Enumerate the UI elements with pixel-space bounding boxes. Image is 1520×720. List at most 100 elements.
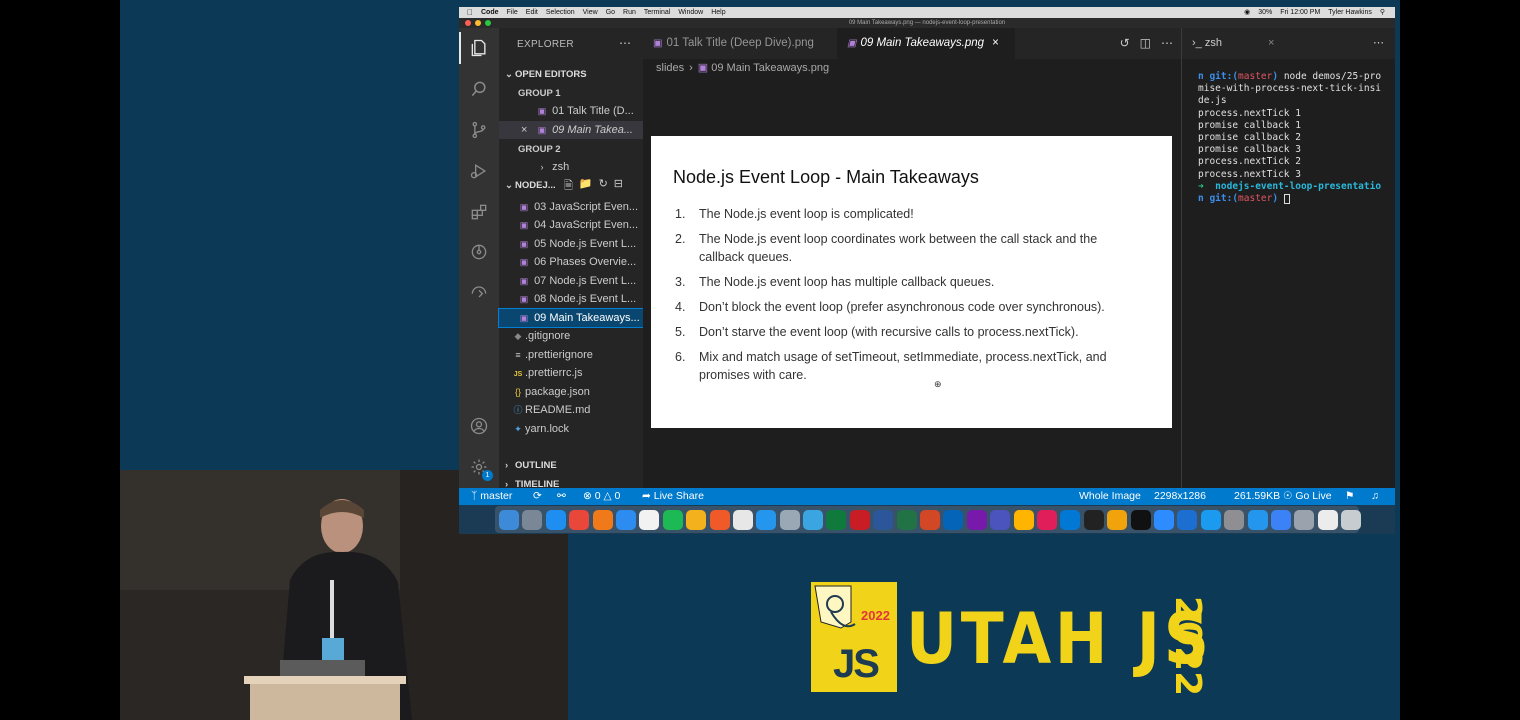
search-icon[interactable] xyxy=(467,77,491,101)
go-live-button[interactable]: ☉ Go Live xyxy=(1283,488,1332,505)
notifications-bell-icon[interactable]: ♫ xyxy=(1371,488,1379,505)
open-editors-header[interactable]: ⌄ OPEN EDITORS xyxy=(505,69,587,80)
docker-icon[interactable] xyxy=(756,509,777,530)
menu-view[interactable]: View xyxy=(583,7,598,18)
launchpad-icon[interactable] xyxy=(522,509,543,530)
docker-desktop-icon[interactable] xyxy=(1247,509,1268,530)
excel-icon[interactable] xyxy=(896,509,917,530)
close-icon[interactable]: × xyxy=(521,121,535,139)
sync-icon[interactable]: ⟳ xyxy=(533,488,542,505)
menu-app[interactable]: Code xyxy=(481,7,499,18)
sublime-icon[interactable] xyxy=(1107,509,1128,530)
finder-icon[interactable] xyxy=(499,509,519,530)
user-name[interactable]: Tyler Hawkins xyxy=(1328,7,1372,18)
close-icon[interactable]: × xyxy=(1268,28,1274,59)
outline-header[interactable]: › OUTLINE xyxy=(505,460,557,471)
trash-icon[interactable] xyxy=(1341,509,1362,530)
chrome-icon[interactable] xyxy=(569,509,590,530)
notes-icon[interactable] xyxy=(639,509,660,530)
file-item-selected[interactable]: ▣ 09 Main Takeaways... xyxy=(498,308,644,328)
apple-icon[interactable]:  xyxy=(467,7,473,18)
file-item[interactable]: ≡ .prettierignore xyxy=(499,346,643,364)
run-debug-icon[interactable] xyxy=(467,159,491,183)
settings-gear-icon[interactable]: 1 xyxy=(467,455,493,481)
file-item[interactable]: ⓘ README.md xyxy=(499,401,643,419)
close-window-button[interactable] xyxy=(465,20,471,26)
new-folder-icon[interactable]: 📁 xyxy=(579,177,593,196)
battery-percent[interactable]: 30% xyxy=(1258,7,1272,18)
file-item[interactable]: ▣ 06 Phases Overvie... xyxy=(499,253,643,271)
collapse-all-icon[interactable]: ⊟ xyxy=(614,177,623,196)
image-preview[interactable]: Node.js Event Loop - Main Takeaways 1. Th… xyxy=(651,136,1172,428)
menu-selection[interactable]: Selection xyxy=(546,7,575,18)
open-editor-terminal[interactable]: › zsh xyxy=(499,158,643,176)
more-actions-icon[interactable]: ⋯ xyxy=(619,36,631,50)
file-item[interactable]: ▣ 07 Node.js Event L... xyxy=(499,272,643,290)
zoom-level[interactable]: Whole Image xyxy=(1079,488,1141,505)
new-file-icon[interactable]: 🗎 xyxy=(564,177,573,196)
outlook-icon[interactable] xyxy=(943,509,964,530)
acrobat-icon[interactable] xyxy=(849,509,870,530)
terminal-app-icon[interactable] xyxy=(1130,509,1151,530)
account-icon[interactable] xyxy=(467,414,491,438)
gitlens-icon[interactable] xyxy=(467,240,491,264)
firefox-icon[interactable] xyxy=(592,509,613,530)
breadcrumb-file[interactable]: 09 Main Takeaways.png xyxy=(711,62,829,74)
spotify-icon[interactable] xyxy=(662,509,683,530)
minimize-window-button[interactable] xyxy=(475,20,481,26)
app-icon[interactable] xyxy=(1177,509,1198,530)
menu-file[interactable]: File xyxy=(507,7,518,18)
menu-window[interactable]: Window xyxy=(678,7,703,18)
wifi-icon[interactable]: ◉ xyxy=(1244,7,1250,18)
downloads-icon[interactable] xyxy=(1317,509,1338,530)
tableplus-icon[interactable] xyxy=(732,509,753,530)
file-item[interactable]: ◆ .gitignore xyxy=(499,327,643,345)
terminal-output[interactable]: n git:(master) node demos/25-pro mise-wi… xyxy=(1198,71,1390,205)
postman-icon[interactable] xyxy=(709,509,730,530)
powerpoint-icon[interactable] xyxy=(920,509,941,530)
file-item[interactable]: ▣ 08 Node.js Event L... xyxy=(499,290,643,308)
preview-icon[interactable] xyxy=(779,509,800,530)
app-icon[interactable] xyxy=(803,509,824,530)
file-item[interactable]: ✦ yarn.lock xyxy=(499,420,643,438)
feedback-icon[interactable]: ⚑ xyxy=(1345,488,1354,505)
menu-help[interactable]: Help xyxy=(711,7,725,18)
zoom-window-button[interactable] xyxy=(485,20,491,26)
problems-indicator[interactable]: ⊗ 0 △ 0 xyxy=(583,488,620,505)
open-editor-item[interactable]: ▣ 01 Talk Title (D... xyxy=(499,102,643,120)
split-editor-icon[interactable]: ◫ xyxy=(1140,36,1151,50)
menu-terminal[interactable]: Terminal xyxy=(644,7,670,18)
menu-go[interactable]: Go xyxy=(606,7,615,18)
app-store-icon[interactable] xyxy=(1200,509,1221,530)
refresh-icon[interactable]: ↻ xyxy=(599,177,608,196)
close-icon[interactable]: × xyxy=(992,37,999,49)
live-share-button[interactable]: ➦ Live Share xyxy=(642,488,704,505)
clock[interactable]: Fri 12:00 PM xyxy=(1280,7,1320,18)
mail-icon[interactable] xyxy=(686,509,707,530)
app-icon[interactable] xyxy=(1270,509,1291,530)
open-editor-item-active[interactable]: × ▣ 09 Main Takea... xyxy=(499,121,643,139)
menu-edit[interactable]: Edit xyxy=(526,7,538,18)
file-item[interactable]: {} package.json xyxy=(499,383,643,401)
branch-indicator[interactable]: ᛉ master xyxy=(471,488,512,505)
webstorm-icon[interactable] xyxy=(1083,509,1104,530)
file-item[interactable]: ▣ 05 Node.js Event L... xyxy=(499,235,643,253)
breadcrumb-folder[interactable]: slides xyxy=(656,62,684,74)
messages-icon[interactable] xyxy=(545,509,566,530)
project-folder-header[interactable]: ⌄ NODEJ... xyxy=(505,180,556,191)
system-preferences-icon[interactable] xyxy=(1224,509,1245,530)
file-item[interactable]: JS .prettierrc.js xyxy=(499,364,643,382)
explorer-icon[interactable] xyxy=(459,32,491,64)
file-item[interactable]: ▣ 04 JavaScript Even... xyxy=(499,216,643,234)
file-item[interactable]: ▣ 03 JavaScript Even... xyxy=(499,198,643,216)
spotlight-icon[interactable]: ⚲ xyxy=(1380,7,1385,18)
vscode-icon[interactable] xyxy=(1060,509,1081,530)
slack-icon[interactable] xyxy=(1036,509,1057,530)
menu-run[interactable]: Run xyxy=(623,7,636,18)
app-icon[interactable] xyxy=(1294,509,1315,530)
chrome-canary-icon[interactable] xyxy=(1013,509,1034,530)
extensions-icon[interactable] xyxy=(467,200,491,224)
safari-icon[interactable] xyxy=(615,509,636,530)
history-icon[interactable]: ↺ xyxy=(1120,36,1130,50)
onenote-icon[interactable] xyxy=(966,509,987,530)
